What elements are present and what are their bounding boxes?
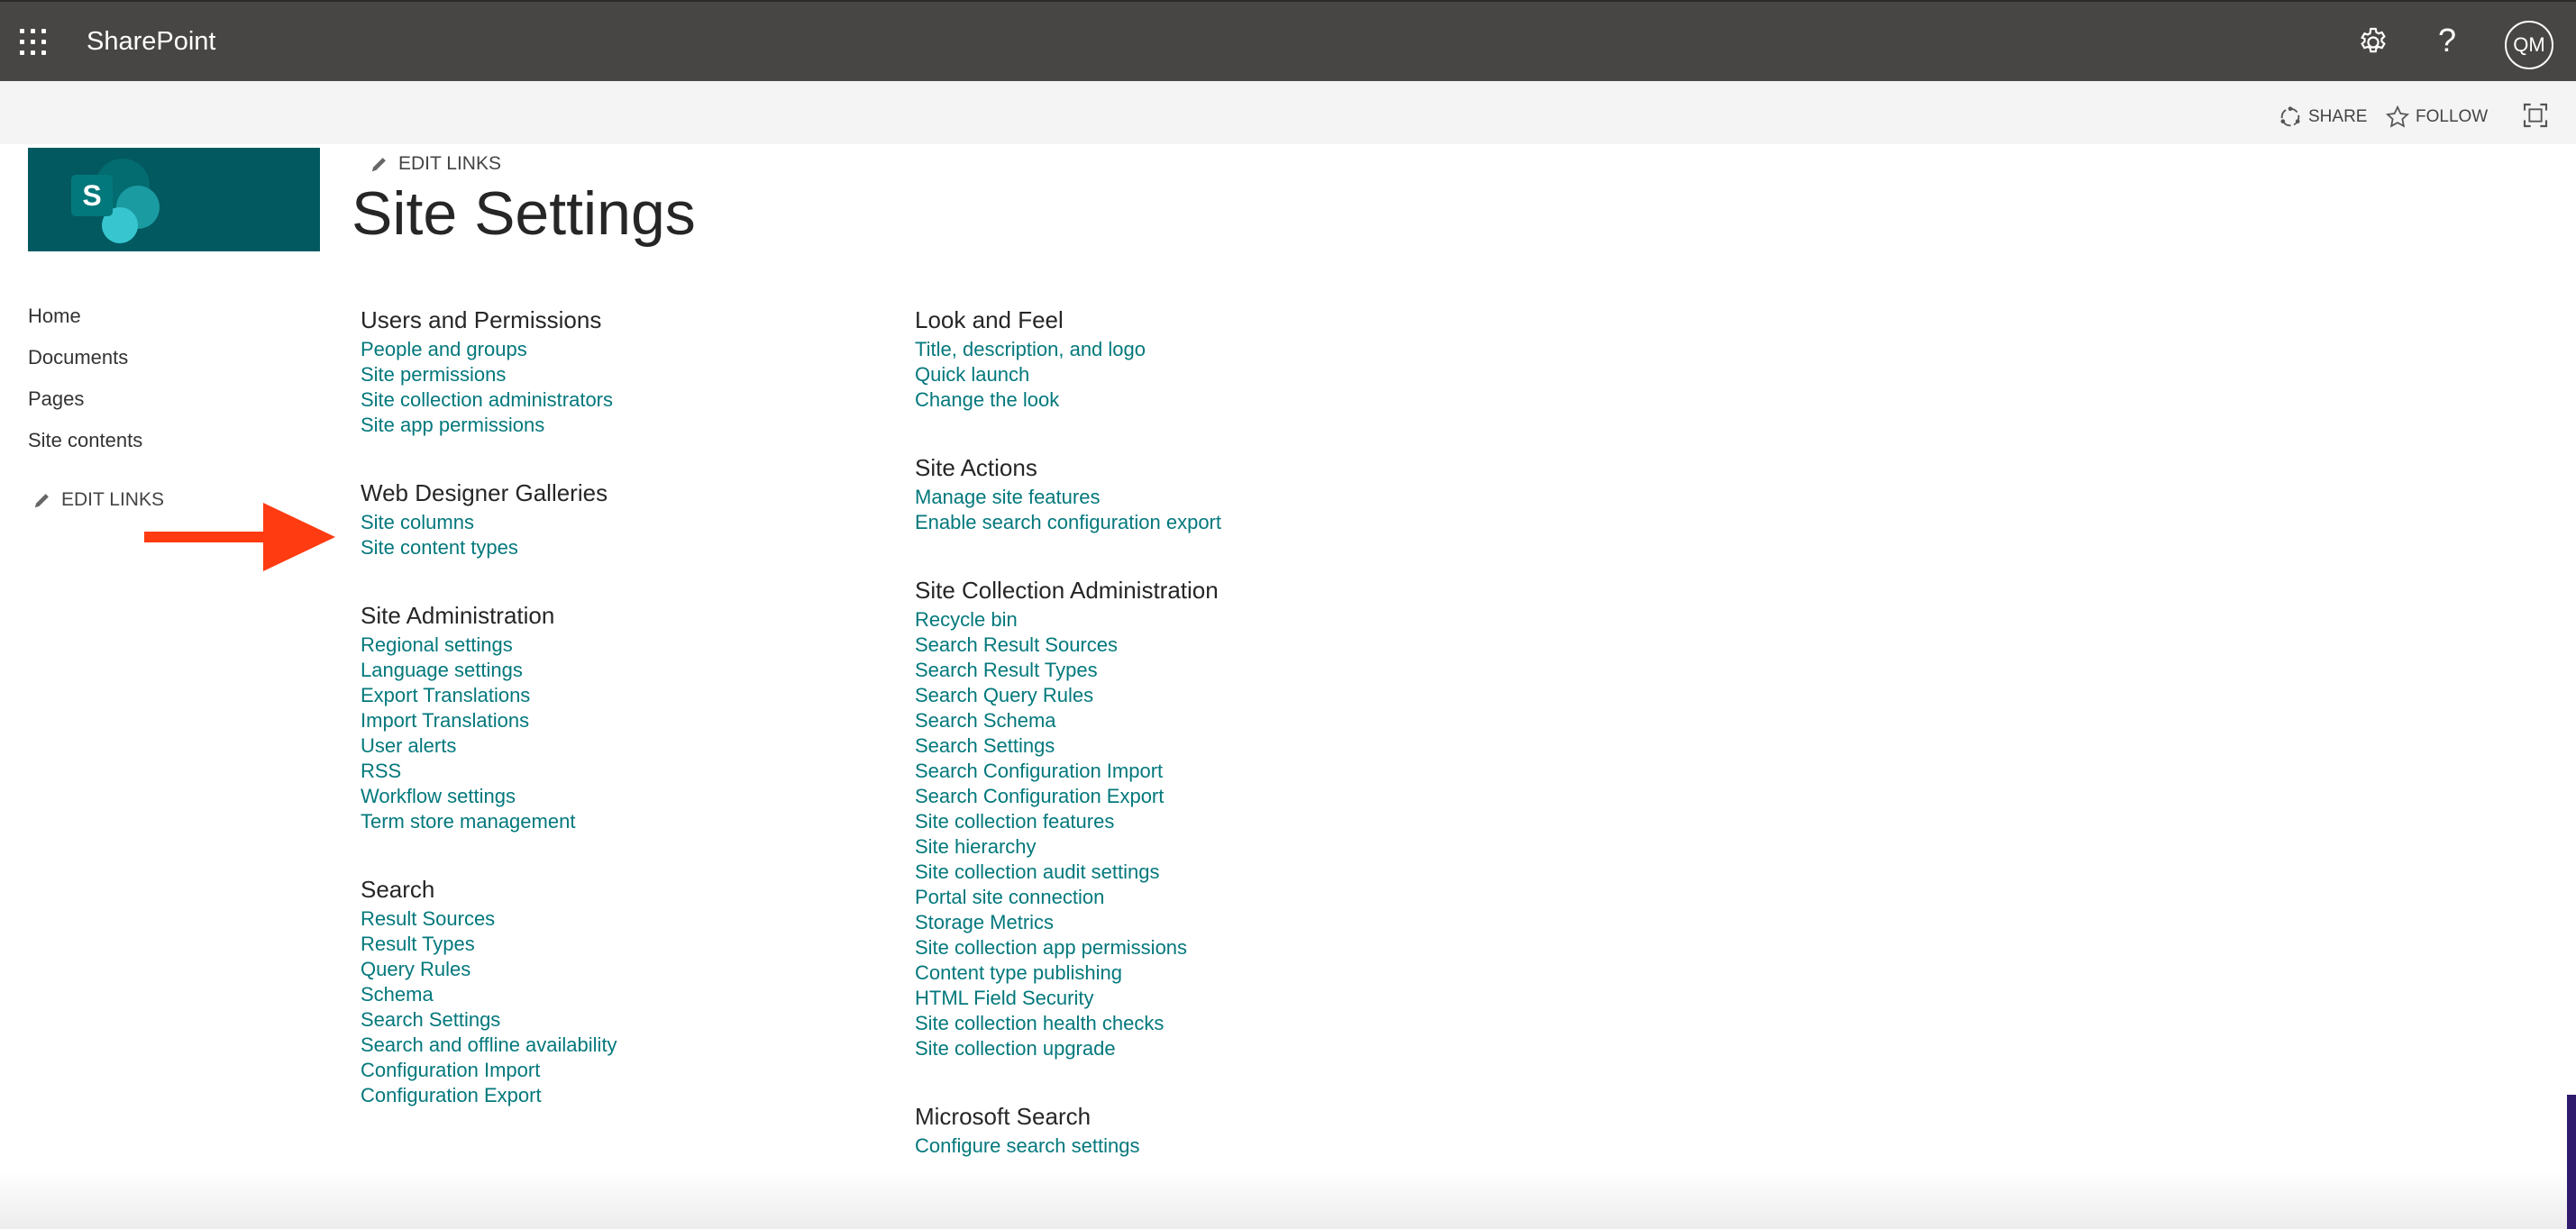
link-html-field-security[interactable]: HTML Field Security [915, 986, 1221, 1011]
avatar[interactable]: QM [2505, 21, 2553, 69]
star-icon [2385, 105, 2410, 128]
link-quick-launch[interactable]: Quick launch [915, 362, 1221, 387]
nav-item-site-contents[interactable]: Site contents [28, 425, 142, 467]
link-site-collection-features[interactable]: Site collection features [915, 809, 1221, 834]
link-export-translations[interactable]: Export Translations [361, 683, 617, 708]
page-title: Site Settings [352, 179, 696, 248]
link-search-configuration-export[interactable]: Search Configuration Export [915, 784, 1221, 809]
link-search-settings[interactable]: Search Settings [915, 733, 1221, 759]
section-title: Microsoft Search [915, 1103, 1092, 1130]
nav-item-home[interactable]: Home [28, 301, 142, 342]
window-edge [2567, 1095, 2576, 1229]
link-search-result-types[interactable]: Search Result Types [915, 658, 1221, 683]
link-import-translations[interactable]: Import Translations [361, 708, 617, 733]
link-search-and-offline-availability[interactable]: Search and offline availability [361, 1033, 617, 1058]
help-icon[interactable]: ? [2438, 22, 2456, 59]
left-nav: Home Documents Pages Site contents [28, 301, 142, 467]
share-icon [2280, 106, 2300, 127]
link-site-collection-upgrade[interactable]: Site collection upgrade [915, 1036, 1221, 1061]
link-site-collection-audit-settings[interactable]: Site collection audit settings [915, 860, 1221, 885]
section-title: Users and Permissions [361, 306, 602, 333]
edit-links-top-button[interactable]: EDIT LINKS [370, 153, 501, 175]
link-site-collection-administrators[interactable]: Site collection administrators [361, 387, 617, 413]
link-manage-site-features[interactable]: Manage site features [915, 485, 1221, 510]
link-configuration-import[interactable]: Configuration Import [361, 1058, 617, 1083]
section-look-and-feel: Look and Feel Title, description, and lo… [915, 305, 1221, 413]
site-logo[interactable]: S [28, 148, 320, 251]
gear-icon[interactable] [2356, 25, 2390, 59]
link-configure-search-settings[interactable]: Configure search settings [915, 1133, 1221, 1159]
section-site-actions: Site Actions Manage site features Enable… [915, 452, 1221, 535]
app-title[interactable]: SharePoint [87, 27, 216, 57]
bottom-shade [0, 1171, 2576, 1229]
link-site-content-types[interactable]: Site content types [361, 535, 617, 560]
follow-label: FOLLOW [2416, 107, 2489, 127]
link-search-schema[interactable]: Search Schema [915, 708, 1221, 733]
link-result-sources[interactable]: Result Sources [361, 906, 617, 932]
settings-column-right: Look and Feel Title, description, and lo… [915, 305, 1221, 1198]
nav-item-documents[interactable]: Documents [28, 342, 142, 384]
link-workflow-settings[interactable]: Workflow settings [361, 784, 617, 809]
app-launcher-icon[interactable] [20, 29, 47, 56]
pencil-icon [34, 494, 49, 508]
link-portal-site-connection[interactable]: Portal site connection [915, 885, 1221, 910]
focus-mode-icon[interactable] [2521, 101, 2555, 130]
link-site-collection-app-permissions[interactable]: Site collection app permissions [915, 935, 1221, 960]
suite-bar: SharePoint ? QM [0, 0, 2576, 81]
link-user-alerts[interactable]: User alerts [361, 733, 617, 759]
link-content-type-publishing[interactable]: Content type publishing [915, 960, 1221, 986]
share-button[interactable]: SHARE [2278, 105, 2367, 130]
link-query-rules[interactable]: Query Rules [361, 957, 617, 982]
link-site-collection-health-checks[interactable]: Site collection health checks [915, 1011, 1221, 1036]
link-site-hierarchy[interactable]: Site hierarchy [915, 834, 1221, 860]
section-title: Web Designer Galleries [361, 479, 608, 506]
section-web-designer-galleries: Web Designer Galleries Site columns Site… [361, 478, 617, 560]
link-schema[interactable]: Schema [361, 982, 617, 1007]
section-site-collection-administration: Site Collection Administration Recycle b… [915, 575, 1221, 1061]
link-regional-settings[interactable]: Regional settings [361, 633, 617, 658]
share-label: SHARE [2308, 107, 2368, 127]
link-recycle-bin[interactable]: Recycle bin [915, 607, 1221, 633]
link-change-the-look[interactable]: Change the look [915, 387, 1221, 413]
pencil-icon [371, 158, 386, 172]
link-site-columns[interactable]: Site columns [361, 510, 617, 535]
section-site-administration: Site Administration Regional settings La… [361, 600, 617, 834]
section-users-and-permissions: Users and Permissions People and groups … [361, 305, 617, 438]
link-search-query-rules[interactable]: Search Query Rules [915, 683, 1221, 708]
link-site-app-permissions[interactable]: Site app permissions [361, 413, 617, 438]
action-bar: SHARE FOLLOW [0, 81, 2576, 144]
section-search: Search Result Sources Result Types Query… [361, 874, 617, 1108]
link-search-configuration-import[interactable]: Search Configuration Import [915, 759, 1221, 784]
edit-links-top-label: EDIT LINKS [398, 153, 501, 174]
link-search-settings[interactable]: Search Settings [361, 1007, 617, 1033]
link-rss[interactable]: RSS [361, 759, 617, 784]
section-microsoft-search: Microsoft Search Configure search settin… [915, 1101, 1221, 1159]
section-title: Look and Feel [915, 306, 1064, 333]
settings-column-left: Users and Permissions People and groups … [361, 305, 617, 1148]
section-title: Site Collection Administration [915, 577, 1219, 604]
link-site-permissions[interactable]: Site permissions [361, 362, 617, 387]
link-language-settings[interactable]: Language settings [361, 658, 617, 683]
link-term-store-management[interactable]: Term store management [361, 809, 617, 834]
svg-text:S: S [82, 179, 101, 212]
nav-item-pages[interactable]: Pages [28, 384, 142, 425]
link-enable-search-configuration-export[interactable]: Enable search configuration export [915, 510, 1221, 535]
link-title-description-logo[interactable]: Title, description, and logo [915, 337, 1221, 362]
section-title: Site Administration [361, 602, 555, 629]
follow-button[interactable]: FOLLOW [2385, 105, 2488, 130]
link-search-result-sources[interactable]: Search Result Sources [915, 633, 1221, 658]
link-storage-metrics[interactable]: Storage Metrics [915, 910, 1221, 935]
sharepoint-logo-icon: S [71, 159, 160, 243]
link-people-and-groups[interactable]: People and groups [361, 337, 617, 362]
section-title: Search [361, 876, 435, 903]
link-result-types[interactable]: Result Types [361, 932, 617, 957]
arrow-icon [144, 503, 335, 571]
section-title: Site Actions [915, 454, 1037, 481]
link-configuration-export[interactable]: Configuration Export [361, 1083, 617, 1108]
